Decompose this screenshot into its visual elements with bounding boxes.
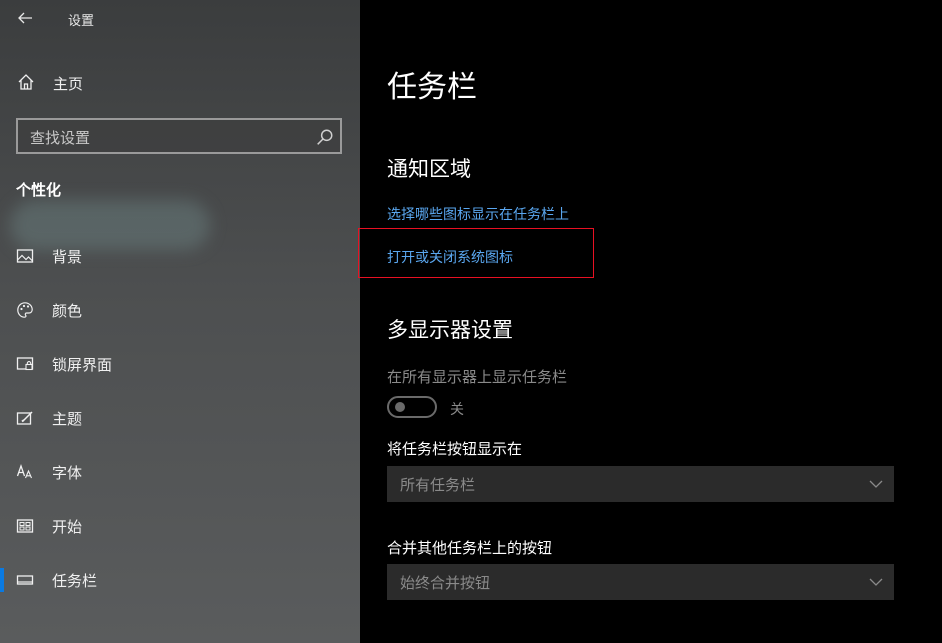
- sidebar-item-label: 字体: [52, 464, 83, 482]
- home-icon: [17, 73, 35, 91]
- dropdown-value: 所有任务栏: [400, 476, 476, 494]
- multi-display-heading: 多显示器设置: [387, 318, 513, 342]
- sidebar-item-themes[interactable]: 主题: [0, 398, 360, 438]
- chevron-down-icon: [868, 476, 884, 492]
- lock-screen-icon: [16, 355, 34, 373]
- search-placeholder: 查找设置: [30, 129, 91, 147]
- combine-buttons-dropdown[interactable]: 始终合并按钮: [387, 564, 894, 600]
- sidebar-item-fonts[interactable]: 字体: [0, 452, 360, 492]
- sidebar-item-label: 开始: [52, 518, 83, 536]
- sidebar-item-start[interactable]: 开始: [0, 506, 360, 546]
- theme-icon: [16, 409, 34, 427]
- sidebar-item-lock-screen[interactable]: 锁屏界面: [0, 344, 360, 384]
- sidebar-item-label: 任务栏: [52, 572, 98, 590]
- sidebar-item-colors[interactable]: 颜色: [0, 290, 360, 330]
- home-label: 主页: [53, 75, 84, 93]
- toggle-state-label: 关: [450, 402, 464, 418]
- system-icons-link[interactable]: 打开或关闭系统图标: [387, 247, 513, 267]
- section-label-personalization: 个性化: [16, 181, 62, 199]
- dropdown-value: 始终合并按钮: [400, 574, 491, 592]
- home-button[interactable]: 主页: [0, 64, 360, 100]
- back-arrow-icon: [18, 12, 32, 24]
- sidebar-item-label: 主题: [52, 410, 83, 428]
- search-input[interactable]: 查找设置: [16, 118, 342, 154]
- search-icon[interactable]: [316, 128, 333, 145]
- picture-icon: [16, 247, 34, 265]
- active-indicator: [0, 568, 4, 592]
- chevron-down-icon: [868, 574, 884, 590]
- title-bar: 设置: [0, 0, 360, 36]
- sidebar-item-label: 锁屏界面: [52, 356, 113, 374]
- sidebar: 设置 主页 查找设置 个性化 背景 颜色 锁屏界面 主题 字体 开始 任务栏: [0, 0, 360, 643]
- toggle-knob: [395, 402, 405, 412]
- back-button[interactable]: [12, 6, 38, 30]
- sidebar-item-background[interactable]: 背景: [0, 236, 360, 276]
- main-content: 任务栏 通知区域 选择哪些图标显示在任务栏上 打开或关闭系统图标 多显示器设置 …: [358, 0, 942, 643]
- show-on-all-displays-toggle[interactable]: [387, 396, 437, 418]
- select-taskbar-icons-link[interactable]: 选择哪些图标显示在任务栏上: [387, 204, 569, 224]
- show-on-all-displays-label: 在所有显示器上显示任务栏: [387, 368, 568, 386]
- sidebar-item-label: 颜色: [52, 302, 83, 320]
- sidebar-item-label: 背景: [52, 248, 83, 266]
- show-buttons-label: 将任务栏按钮显示在: [387, 440, 523, 458]
- font-icon: [16, 463, 34, 481]
- start-icon: [16, 517, 34, 535]
- taskbar-icon: [16, 571, 34, 589]
- show-buttons-dropdown[interactable]: 所有任务栏: [387, 466, 894, 502]
- notification-area-heading: 通知区域: [387, 157, 471, 181]
- window-title: 设置: [68, 14, 95, 29]
- page-title: 任务栏: [387, 70, 477, 105]
- palette-icon: [16, 301, 34, 319]
- combine-buttons-label: 合并其他任务栏上的按钮: [387, 539, 553, 557]
- sidebar-item-taskbar[interactable]: 任务栏: [0, 560, 360, 600]
